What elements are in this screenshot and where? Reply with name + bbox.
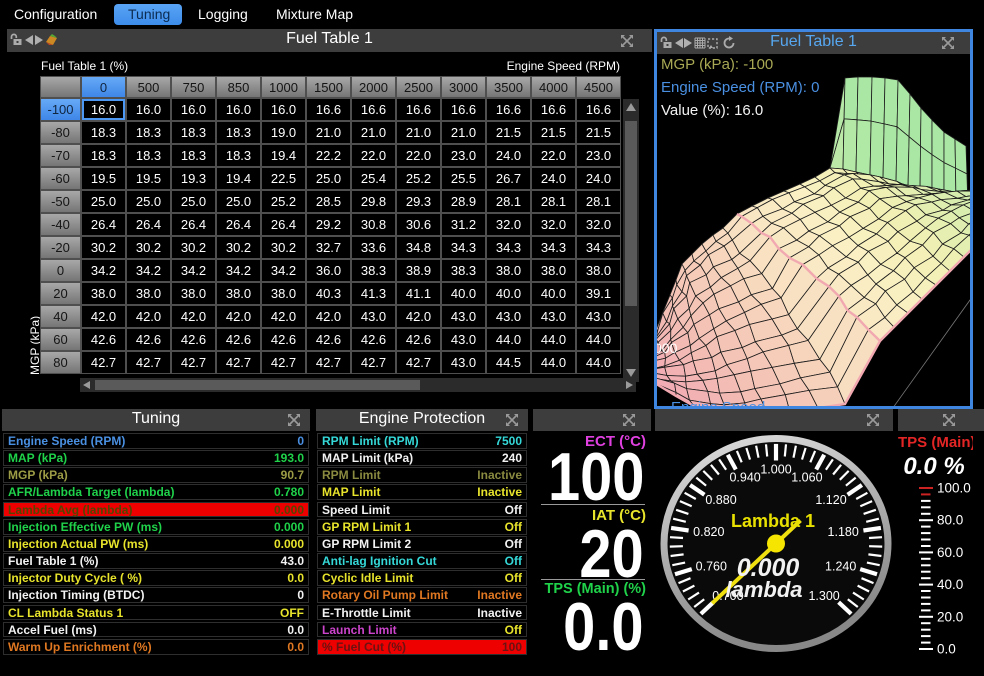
svg-text:1.300: 1.300 bbox=[808, 589, 839, 603]
svg-text:1.240: 1.240 bbox=[825, 559, 856, 573]
svg-text:lambda: lambda bbox=[725, 577, 802, 602]
svg-text:40.0: 40.0 bbox=[937, 577, 963, 592]
svg-text:0.0: 0.0 bbox=[937, 642, 956, 657]
svg-text:100.0: 100.0 bbox=[937, 481, 971, 496]
svg-text:0.880: 0.880 bbox=[705, 493, 736, 507]
svg-text:Lambda 1: Lambda 1 bbox=[731, 511, 815, 531]
svg-text:0.760: 0.760 bbox=[696, 559, 727, 573]
svg-text:1.060: 1.060 bbox=[791, 471, 822, 485]
svg-text:1.120: 1.120 bbox=[815, 493, 846, 507]
svg-text:1.000: 1.000 bbox=[760, 463, 791, 477]
svg-text:1.180: 1.180 bbox=[828, 525, 859, 539]
svg-text:0.940: 0.940 bbox=[729, 471, 760, 485]
svg-text:60.0: 60.0 bbox=[937, 545, 963, 560]
svg-text:0.820: 0.820 bbox=[693, 525, 724, 539]
svg-text:80.0: 80.0 bbox=[937, 513, 963, 528]
svg-text:20.0: 20.0 bbox=[937, 609, 963, 624]
